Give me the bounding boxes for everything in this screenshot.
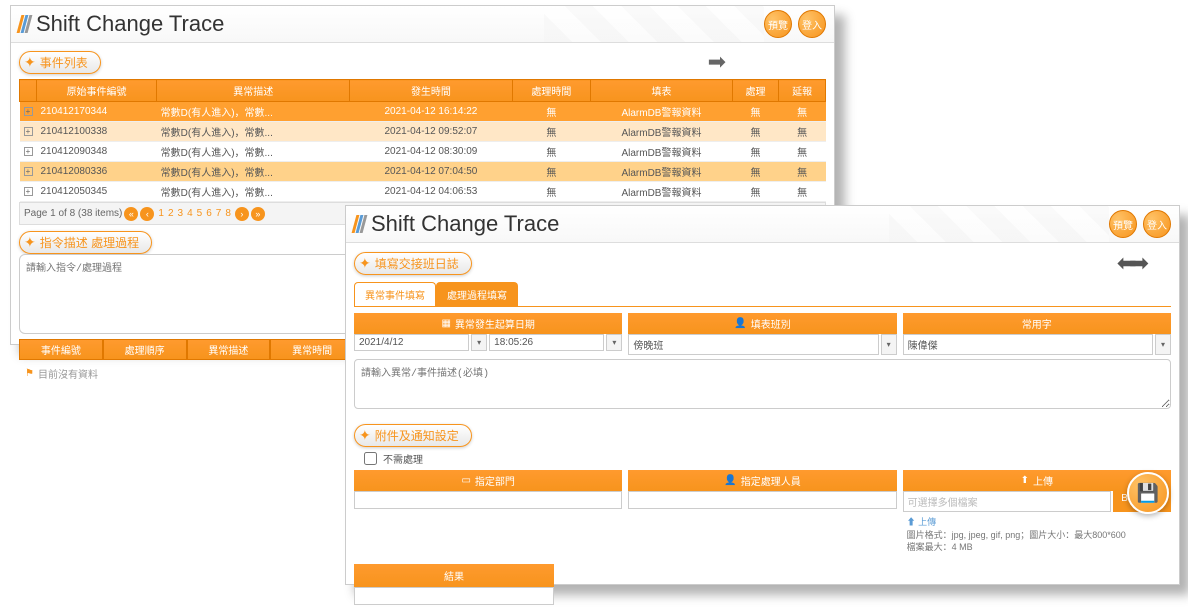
expand-icon[interactable]: + (24, 167, 33, 176)
shift-select[interactable]: 傍晚班 (628, 334, 878, 355)
table-header: 填表 (591, 80, 732, 102)
save-fab[interactable]: 💾 (1127, 472, 1169, 514)
dept-head: 指定部門 (475, 473, 515, 488)
flag-icon: ⚑ (25, 368, 34, 379)
pager-page[interactable]: 7 (214, 208, 224, 219)
person-icon: 👤 (734, 318, 746, 329)
mini-table-empty: ⚑目前沒有資料 (19, 360, 354, 387)
arrow-bidirectional-icon[interactable]: ⬅➡ (1117, 249, 1141, 278)
star-icon: ✦ (24, 54, 36, 71)
abnormal-date-input[interactable]: 2021/4/12 (354, 334, 469, 351)
table-header: 處理時間 (512, 80, 591, 102)
abnormal-date-head: 異常發生起算日期 (455, 316, 535, 331)
tab-process-fill[interactable]: 處理過程填寫 (436, 282, 518, 306)
person-icon: 👤 (724, 475, 736, 486)
table-row[interactable]: +210412170344常數D(有人進入)，常數...2021-04-12 1… (20, 102, 826, 122)
table-row[interactable]: +210412050345常數D(有人進入)，常數...2021-04-12 0… (20, 182, 826, 202)
preview-button[interactable]: 預覽 (1109, 210, 1137, 238)
table-header: 異常描述 (157, 80, 350, 102)
upload-note: ⬆ 上傳 圖片格式：jpg, jpeg, gif, png；圖片大小：最大800… (903, 512, 1171, 558)
pager-next-icon[interactable]: › (235, 207, 249, 221)
chevron-down-icon[interactable]: ▾ (881, 334, 897, 355)
logo-icon (354, 215, 365, 233)
pager-status: Page 1 of 8 (38 items) (24, 208, 122, 219)
dept-input[interactable] (354, 491, 622, 509)
abnormal-time-input[interactable]: 18:05:26 (489, 334, 604, 351)
expand-icon[interactable]: + (24, 147, 33, 156)
table-row[interactable]: +210412080336常數D(有人進入)，常數...2021-04-12 0… (20, 162, 826, 182)
chevron-down-icon[interactable]: ▾ (1155, 334, 1171, 355)
chevron-down-icon[interactable]: ▾ (471, 334, 487, 351)
title-decoration (889, 206, 1109, 242)
mini-header: 異常時間 (270, 339, 354, 360)
titlebar: Shift Change Trace 預覽 登入 (11, 6, 834, 43)
pager-prev-icon[interactable]: ‹ (140, 207, 154, 221)
pager-page[interactable]: 4 (185, 208, 195, 219)
mini-header: 處理順序 (103, 339, 187, 360)
events-table: 原始事件編號異常描述發生時間處理時間填表處理延報 +210412170344常數… (19, 79, 826, 202)
handler-head: 指定處理人員 (741, 473, 801, 488)
mini-header: 事件編號 (19, 339, 103, 360)
tab-abnormal-event[interactable]: 異常事件填寫 (354, 282, 436, 306)
arrow-right-icon[interactable]: ➡ (708, 49, 726, 75)
no-process-checkbox[interactable] (364, 452, 377, 465)
table-header: 處理 (732, 80, 779, 102)
abnormal-desc-textarea[interactable] (354, 359, 1171, 409)
login-button[interactable]: 登入 (1143, 210, 1171, 238)
pager-page[interactable]: 5 (195, 208, 205, 219)
pager-page[interactable]: 1 (156, 208, 166, 219)
attachment-pill[interactable]: ✦附件及通知設定 (354, 424, 472, 447)
table-header: 發生時間 (350, 80, 512, 102)
common-word-select[interactable]: 陳偉傑 (903, 334, 1153, 355)
table-row[interactable]: +210412100338常數D(有人進入)，常數...2021-04-12 0… (20, 122, 826, 142)
app-title: Shift Change Trace (36, 11, 224, 37)
result-button[interactable]: 結果 (354, 564, 554, 587)
upload-link[interactable]: ⬆ 上傳 (907, 517, 937, 527)
expand-icon[interactable]: + (24, 187, 33, 196)
titlebar: Shift Change Trace 預覽 登入 (346, 206, 1179, 243)
pager-page[interactable]: 3 (176, 208, 186, 219)
mini-header: 異常描述 (187, 339, 271, 360)
handler-input[interactable] (628, 491, 896, 509)
pager-first-icon[interactable]: « (124, 207, 138, 221)
upload-icon: ⬆ (1021, 475, 1029, 486)
preview-button[interactable]: 預覽 (764, 10, 792, 38)
instruction-pill[interactable]: ✦指令描述 處理過程 (19, 231, 152, 254)
tabs: 異常事件填寫 處理過程填寫 (354, 282, 1171, 307)
app-title: Shift Change Trace (371, 211, 559, 237)
pager-page[interactable]: 2 (166, 208, 176, 219)
login-button[interactable]: 登入 (798, 10, 826, 38)
table-row[interactable]: +210412090348常數D(有人進入)，常數...2021-04-12 0… (20, 142, 826, 162)
pager-page[interactable]: 6 (204, 208, 214, 219)
table-header: 原始事件編號 (37, 80, 157, 102)
fill-log-pill[interactable]: ✦填寫交接班日誌 (354, 252, 472, 275)
dept-icon: ▭ (461, 475, 470, 486)
chevron-down-icon[interactable]: ▾ (606, 334, 622, 351)
no-process-label: 不需處理 (383, 451, 423, 466)
shift-head: 填表班別 (751, 316, 791, 331)
logo-icon (19, 15, 30, 33)
event-list-pill[interactable]: ✦ 事件列表 (19, 51, 101, 74)
window-shift-log: Shift Change Trace 預覽 登入 ✦填寫交接班日誌 ⬅➡ 異常事… (345, 205, 1180, 585)
upload-input[interactable]: 可選擇多個檔案 (903, 491, 1112, 512)
table-header: 延報 (779, 80, 826, 102)
instruction-textarea[interactable] (19, 254, 354, 334)
title-decoration (544, 6, 764, 42)
calendar-icon: ▦ (441, 318, 450, 329)
upload-head: 上傳 (1033, 473, 1053, 488)
pager-page[interactable]: 8 (223, 208, 233, 219)
pager-last-icon[interactable]: » (251, 207, 265, 221)
expand-icon[interactable]: + (24, 127, 33, 136)
common-word-head: 常用字 (1022, 316, 1052, 331)
expand-icon[interactable]: + (24, 107, 33, 116)
